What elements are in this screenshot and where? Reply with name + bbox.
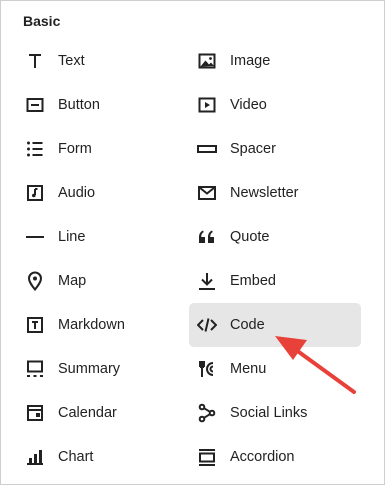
chart-icon — [24, 446, 46, 468]
block-label: Social Links — [230, 405, 308, 421]
block-label: Quote — [230, 229, 270, 245]
block-label: Button — [58, 97, 100, 113]
block-summary[interactable]: Summary — [17, 349, 189, 389]
block-video[interactable]: Video — [189, 85, 361, 125]
block-accordion[interactable]: Accordion — [189, 437, 361, 477]
block-label: Summary — [58, 361, 121, 377]
block-label: Menu — [230, 361, 267, 377]
spacer-icon — [196, 138, 218, 160]
block-spacer[interactable]: Spacer — [189, 129, 361, 169]
embed-icon — [196, 270, 218, 292]
block-markdown[interactable]: Markdown — [17, 305, 189, 345]
block-label: Code — [230, 317, 265, 333]
block-label: Video — [230, 97, 267, 113]
block-label: Form — [58, 141, 92, 157]
block-picker-panel: Basic Text Button Form Audio Line Map Ma… — [0, 0, 385, 485]
form-icon — [24, 138, 46, 160]
image-icon — [196, 50, 218, 72]
block-map[interactable]: Map — [17, 261, 189, 301]
text-icon — [24, 50, 46, 72]
markdown-icon — [24, 314, 46, 336]
menu-icon — [196, 358, 218, 380]
block-label: Chart — [58, 449, 94, 465]
summary-icon — [24, 358, 46, 380]
block-quote[interactable]: Quote — [189, 217, 361, 257]
block-form[interactable]: Form — [17, 129, 189, 169]
block-label: Map — [58, 273, 87, 289]
calendar-icon — [24, 402, 46, 424]
block-label: Text — [58, 53, 85, 69]
block-label: Line — [58, 229, 86, 245]
section-title: Basic — [23, 13, 61, 29]
block-text[interactable]: Text — [17, 41, 189, 81]
audio-icon — [24, 182, 46, 204]
block-label: Audio — [58, 185, 96, 201]
quote-icon — [196, 226, 218, 248]
block-label: Newsletter — [230, 185, 299, 201]
map-pin-icon — [24, 270, 46, 292]
block-chart[interactable]: Chart — [17, 437, 189, 477]
block-embed[interactable]: Embed — [189, 261, 361, 301]
block-image[interactable]: Image — [189, 41, 361, 81]
social-links-icon — [196, 402, 218, 424]
block-calendar[interactable]: Calendar — [17, 393, 189, 433]
button-icon — [24, 94, 46, 116]
block-label: Accordion — [230, 449, 295, 465]
envelope-icon — [196, 182, 218, 204]
block-audio[interactable]: Audio — [17, 173, 189, 213]
code-icon — [196, 314, 218, 336]
block-newsletter[interactable]: Newsletter — [189, 173, 361, 213]
block-button[interactable]: Button — [17, 85, 189, 125]
accordion-icon — [196, 446, 218, 468]
block-label: Markdown — [58, 317, 125, 333]
block-social-links[interactable]: Social Links — [189, 393, 361, 433]
block-label: Calendar — [58, 405, 117, 421]
block-code[interactable]: Code — [189, 303, 361, 347]
line-icon — [24, 226, 46, 248]
block-menu[interactable]: Menu — [189, 349, 361, 389]
block-label: Spacer — [230, 141, 276, 157]
block-line[interactable]: Line — [17, 217, 189, 257]
video-icon — [196, 94, 218, 116]
block-label: Image — [230, 53, 271, 69]
block-label: Embed — [230, 273, 276, 289]
